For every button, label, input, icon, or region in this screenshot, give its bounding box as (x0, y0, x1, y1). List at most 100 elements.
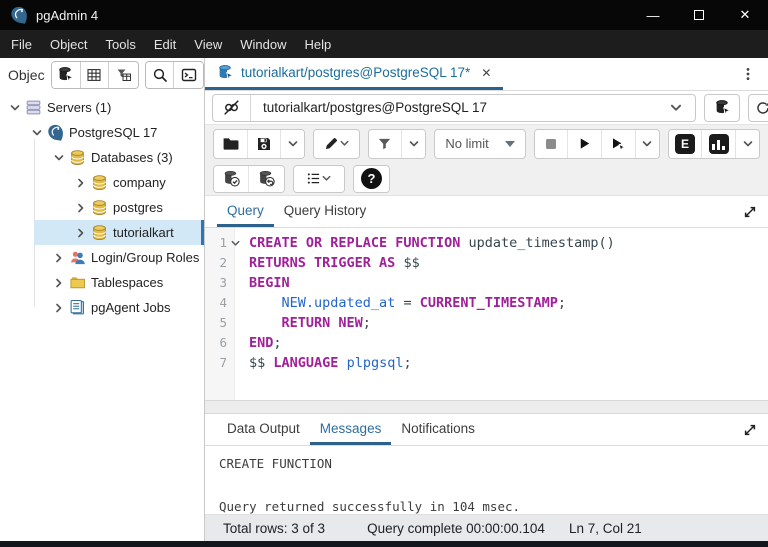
status-total-rows: Total rows: 3 of 3 (223, 520, 326, 536)
tree-item-pgagent-jobs[interactable]: pgAgent Jobs (0, 295, 204, 320)
reset-layout-button[interactable] (748, 93, 768, 122)
filtered-rows-icon (116, 67, 132, 83)
tree-item-postgres[interactable]: postgres (0, 195, 204, 220)
title-bar: pgAdmin 4 — ✕ (0, 0, 768, 30)
connection-bar: tutorialkart/postgres@PostgreSQL 17 (205, 91, 768, 125)
query-toolbar: No limit E (205, 125, 768, 162)
line-number: 1 (219, 235, 227, 250)
query-tool-tab[interactable]: tutorialkart/postgres@PostgreSQL 17* ✕ (205, 58, 504, 90)
explain-analyze-button[interactable] (702, 129, 736, 158)
connection-status-button[interactable] (213, 94, 251, 121)
tab-messages[interactable]: Messages (309, 414, 392, 445)
menu-file[interactable]: File (2, 30, 41, 58)
filtered-rows-button[interactable] (109, 61, 138, 88)
connection-select[interactable]: tutorialkart/postgres@PostgreSQL 17 (251, 95, 695, 121)
postgresql-server-icon (47, 124, 64, 141)
tree-item-label: PostgreSQL 17 (69, 125, 158, 140)
line-number: 3 (219, 275, 227, 290)
tree-item-tablespaces[interactable]: Tablespaces (0, 270, 204, 295)
tab-options-button[interactable] (728, 58, 768, 90)
menu-tools[interactable]: Tools (97, 30, 145, 58)
open-file-button[interactable] (214, 129, 248, 158)
sql-editor[interactable]: 1 CREATE OR REPLACE FUNCTION update_times… (205, 228, 768, 400)
menu-help[interactable]: Help (296, 30, 341, 58)
maximize-button[interactable] (676, 0, 722, 30)
line-number: 5 (219, 315, 227, 330)
minimize-button[interactable]: — (630, 0, 676, 30)
macros-list-icon (306, 171, 321, 186)
execute-options-button[interactable] (635, 129, 659, 158)
pgadmin-logo-icon (10, 6, 28, 24)
edit-options-button[interactable] (314, 129, 359, 158)
code-lines: 1 CREATE OR REPLACE FUNCTION update_times… (205, 228, 768, 373)
tree-item-label: Login/Group Roles (91, 250, 200, 265)
row-limit-value: No limit (445, 136, 489, 151)
tab-data-output[interactable]: Data Output (217, 414, 310, 445)
menu-edit[interactable]: Edit (145, 30, 185, 58)
line-number: 4 (219, 295, 227, 310)
tree-item-databases[interactable]: Databases (3) (0, 145, 204, 170)
tab-query-history[interactable]: Query History (274, 196, 377, 227)
tree-item-label: Databases (3) (91, 150, 173, 165)
explain-icon: E (674, 133, 695, 154)
cancel-query-button[interactable] (534, 129, 569, 158)
query-tool-tab-icon (217, 64, 234, 81)
explain-options-button[interactable] (735, 129, 760, 158)
minimize-icon: — (646, 7, 660, 23)
kebab-menu-icon (740, 66, 756, 82)
chevron-right-icon (75, 202, 87, 214)
tab-close-icon[interactable]: ✕ (481, 66, 491, 80)
messages-panel: CREATE FUNCTION Query returned successfu… (205, 446, 768, 515)
commit-icon (223, 170, 240, 187)
menu-window[interactable]: Window (231, 30, 295, 58)
tree-item-tutorialkart[interactable]: tutorialkart (0, 220, 204, 245)
chevron-down-icon (742, 138, 754, 150)
status-cursor-position: Ln 7, Col 21 (568, 520, 642, 536)
database-icon (91, 224, 108, 241)
execute-script-button[interactable] (601, 129, 636, 158)
tree-item-postgresql-17[interactable]: PostgreSQL 17 (0, 120, 204, 145)
tab-query[interactable]: Query (217, 196, 274, 227)
commit-button[interactable] (214, 165, 249, 192)
search-icon (152, 67, 168, 83)
chevron-down-icon (339, 138, 350, 149)
rollback-button[interactable] (249, 165, 284, 192)
filter-options-button[interactable] (402, 129, 426, 158)
database-icon (91, 174, 108, 191)
tree-item-company[interactable]: company (0, 170, 204, 195)
expand-editor-button[interactable] (742, 196, 758, 227)
refresh-icon (755, 100, 768, 116)
filter-button[interactable] (368, 129, 403, 158)
new-connection-button[interactable] (704, 93, 740, 122)
row-limit-select[interactable]: No limit (434, 128, 526, 159)
chevron-right-icon (53, 302, 65, 314)
save-options-button[interactable] (281, 129, 305, 158)
save-file-button[interactable] (247, 129, 282, 158)
query-tool-button[interactable] (52, 61, 81, 88)
chevron-down-icon (669, 101, 683, 115)
execute-query-button[interactable] (568, 129, 602, 158)
explain-button[interactable]: E (668, 129, 703, 158)
psql-tool-button[interactable] (174, 61, 203, 88)
macros-button[interactable] (294, 165, 344, 192)
tree-item-login-group-roles[interactable]: Login/Group Roles (0, 245, 204, 270)
chevron-right-icon (75, 227, 87, 239)
menu-object[interactable]: Object (41, 30, 97, 58)
chevron-down-icon (641, 138, 653, 150)
help-button[interactable]: ? (354, 165, 389, 192)
tree-item-label: postgres (113, 200, 163, 215)
query-tool-tab-bar: tutorialkart/postgres@PostgreSQL 17* ✕ (205, 58, 768, 91)
stop-icon (543, 136, 559, 152)
filter-funnel-icon (377, 136, 392, 151)
menu-view[interactable]: View (185, 30, 231, 58)
tab-notifications[interactable]: Notifications (391, 414, 485, 445)
tree-item-servers[interactable]: Servers (1) (0, 95, 204, 120)
expand-output-button[interactable] (742, 414, 758, 445)
view-data-button[interactable] (80, 61, 110, 88)
panel-splitter[interactable] (205, 400, 768, 414)
fold-chevron-icon[interactable] (230, 238, 241, 249)
close-button[interactable]: ✕ (722, 0, 768, 30)
line-number: 7 (219, 355, 227, 370)
chevron-down-icon (31, 127, 43, 139)
search-objects-button[interactable] (145, 61, 175, 88)
